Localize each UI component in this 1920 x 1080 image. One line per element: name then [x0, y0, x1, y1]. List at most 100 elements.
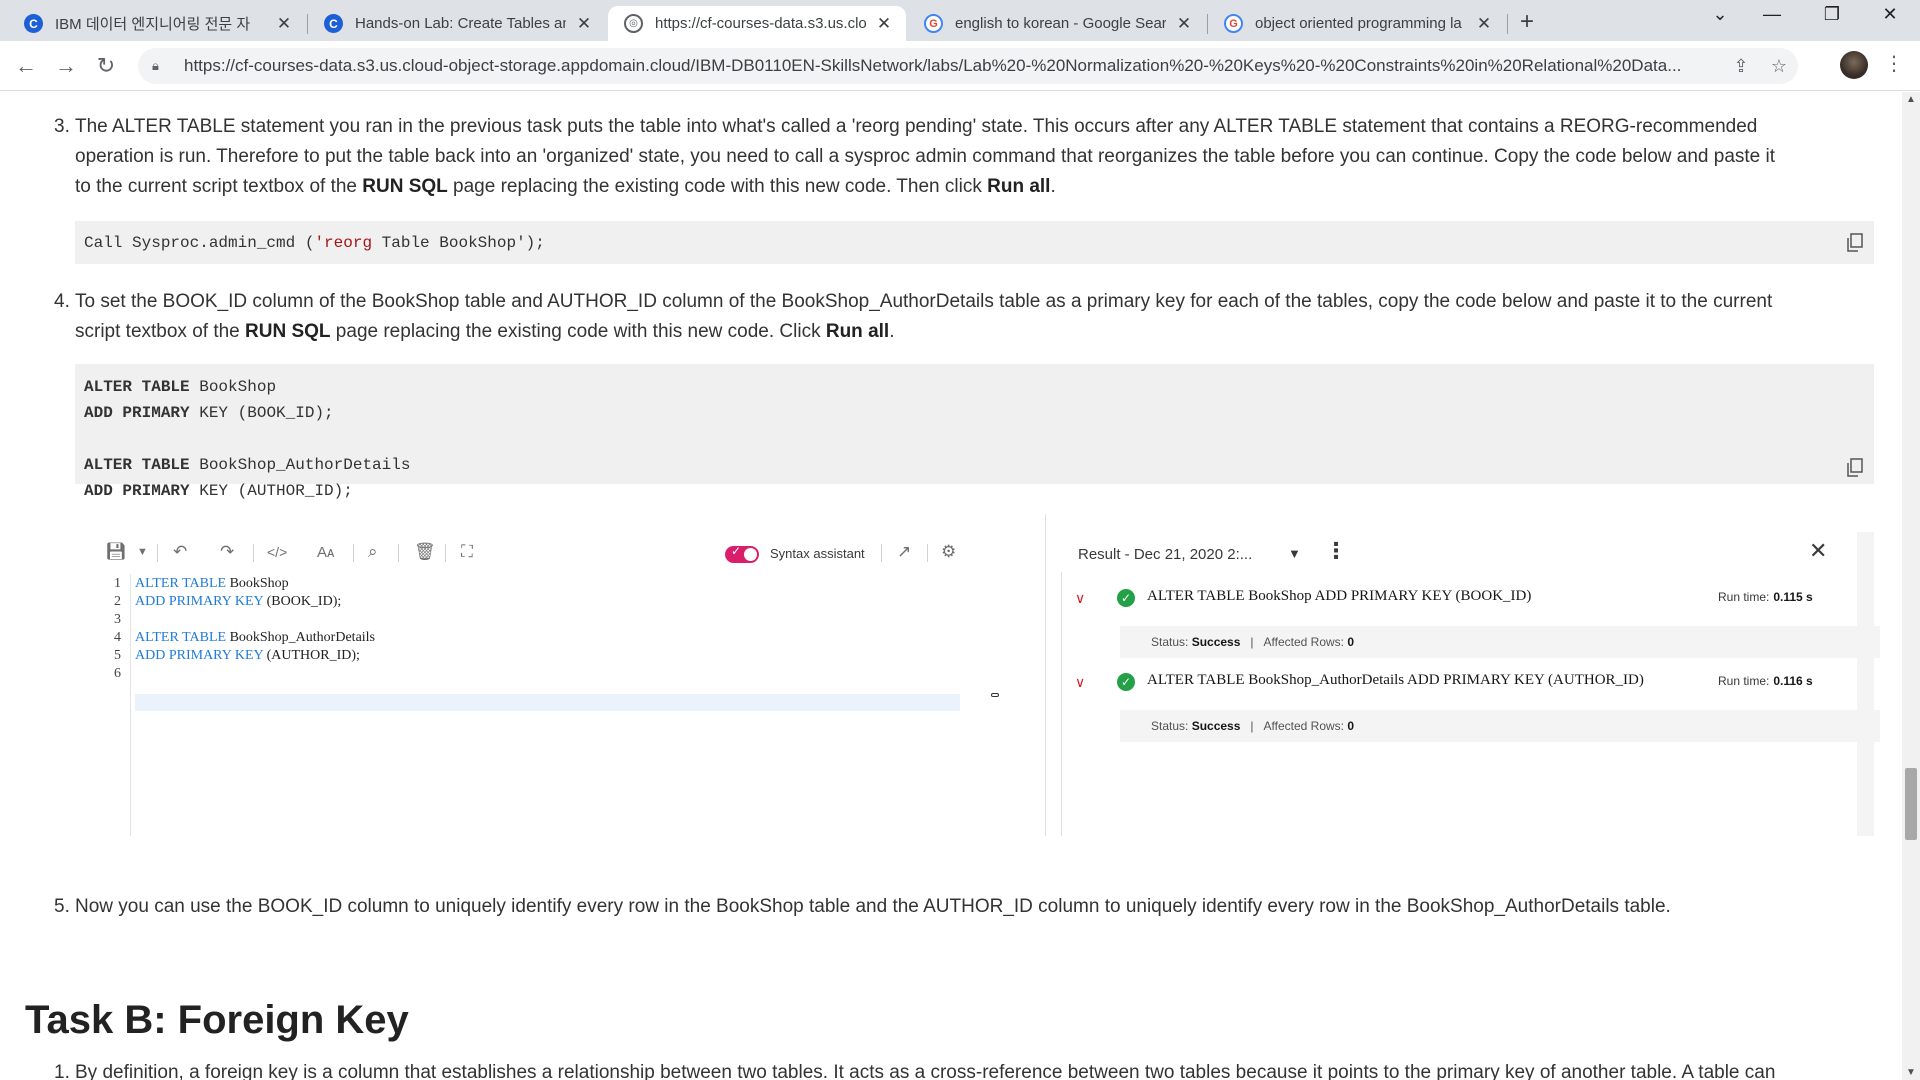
run-all-emphasis: Run all	[825, 321, 890, 342]
redo-icon: ↷	[220, 542, 235, 561]
sql-text: BookShop_AuthorDetails	[226, 630, 376, 645]
sql-text: (BOOK_ID);	[263, 594, 342, 609]
chevron-down-icon: ∨	[1075, 590, 1086, 606]
result-title: Result - Dec 21, 2020 2:...	[1078, 546, 1253, 563]
step-text: By definition, a foreign key is a column…	[75, 1062, 1776, 1080]
run-time: Run time: 0.116 s	[1718, 674, 1813, 688]
tab-ibm-data-engineering[interactable]: C IBM 데이터 엔지니어링 전문 자 ✕	[8, 6, 306, 41]
lock-icon[interactable]: 🔒︎	[152, 58, 166, 74]
reload-icon[interactable]: ↻	[92, 53, 120, 79]
pane-divider	[1061, 572, 1062, 836]
step-number: 1.	[54, 1062, 70, 1080]
run-sql-result-screenshot: 💾︎ ▼ ↶ ↷ </> Aᴀ ⌕ 🗑︎ ⛶ ✓ Syntax assistan…	[75, 514, 1880, 836]
editor-line: ALTER TABLE BookShop	[135, 576, 289, 592]
close-icon[interactable]: ✕	[874, 14, 894, 34]
step-3: 3. The ALTER TABLE statement you ran in …	[54, 112, 1874, 202]
line-number: 6	[114, 666, 121, 681]
scroll-down-icon[interactable]: ▼	[1906, 1067, 1916, 1078]
coursera-icon: C	[24, 14, 43, 33]
close-icon[interactable]: ✕	[574, 14, 594, 34]
tab-google-search-oop[interactable]: G object oriented programming la ✕	[1208, 6, 1506, 41]
forward-arrow-icon[interactable]: →	[52, 53, 80, 79]
profile-avatar[interactable]	[1840, 51, 1868, 79]
step-number: 5.	[54, 896, 70, 917]
close-icon[interactable]: ✕	[274, 14, 294, 34]
syntax-assistant-toggle: ✓	[725, 544, 759, 563]
code-keyword: ADD PRIMARY	[84, 404, 190, 422]
tab-google-search-korean[interactable]: G english to korean - Google Sear ✕	[908, 6, 1206, 41]
tab-hands-on-lab[interactable]: C Hands-on Lab: Create Tables an ✕	[308, 6, 606, 41]
google-icon: G	[924, 14, 943, 33]
tab-active-lab-page[interactable]: ◎ https://cf-courses-data.s3.us.clo ✕	[608, 6, 906, 41]
close-icon[interactable]: ✕	[1174, 14, 1194, 34]
run-time: Run time: 0.115 s	[1718, 590, 1813, 604]
step-number: 3.	[54, 116, 70, 137]
step-text: The ALTER TABLE statement you ran in the…	[75, 112, 1874, 202]
tab-title: IBM 데이터 엔지니어링 전문 자	[55, 16, 251, 33]
google-icon: G	[1224, 14, 1243, 33]
editor-active-line	[135, 694, 960, 711]
scrollbar-thumb[interactable]	[1905, 768, 1917, 840]
globe-icon: ◎	[624, 14, 643, 33]
label: Status:	[1151, 635, 1189, 649]
text: .	[1050, 176, 1056, 197]
undo-icon: ↶	[173, 542, 188, 561]
window-close-icon[interactable]: ✕	[1870, 4, 1910, 25]
copy-icon[interactable]	[1846, 233, 1864, 253]
result-statement: ALTER TABLE BookShop_AuthorDetails ADD P…	[1147, 672, 1644, 688]
sql-keyword: ALTER TABLE	[135, 630, 227, 645]
code-block-primary-key[interactable]: ALTER TABLE BookShop ADD PRIMARY KEY (BO…	[75, 364, 1874, 500]
pane-divider	[1045, 514, 1046, 836]
editor-gutter-line	[130, 574, 131, 836]
toolbar-divider	[445, 544, 446, 562]
toolbar-divider	[353, 544, 354, 562]
success-check-icon: ✓	[1117, 589, 1135, 607]
line-number: 4	[114, 630, 121, 645]
rows-value: 0	[1347, 635, 1355, 649]
editor-minimap-marker	[991, 693, 999, 697]
url-text[interactable]: https://cf-courses-data.s3.us.cloud-obje…	[184, 56, 1722, 76]
bookmark-star-icon[interactable]: ☆	[1760, 56, 1798, 77]
tab-title: Hands-on Lab: Create Tables an	[355, 15, 566, 32]
restore-icon[interactable]: ❐	[1812, 4, 1852, 25]
label: Run time:	[1718, 590, 1770, 604]
chevron-down-icon: ▼	[137, 546, 148, 558]
run-all-emphasis: Run all	[987, 176, 1051, 197]
expand-arrow-icon: ↗	[897, 542, 912, 561]
browser-menu-icon[interactable]: ⋮	[1884, 51, 1904, 76]
scroll-up-icon[interactable]: ▲	[1906, 94, 1916, 105]
url-bar[interactable]: 🔒︎ https://cf-courses-data.s3.us.cloud-o…	[138, 48, 1798, 84]
code-text: Table BookShop');	[372, 234, 545, 252]
back-arrow-icon[interactable]: ←	[12, 53, 40, 79]
toolbar-divider	[881, 544, 882, 562]
close-icon: ✕	[1809, 538, 1828, 563]
find-icon: ⌕	[368, 542, 378, 561]
line-number: 1	[114, 576, 121, 591]
code-text: BookShop	[189, 378, 277, 396]
run-sql-emphasis: RUN SQL	[245, 321, 331, 342]
value: 0.116 s	[1773, 674, 1813, 688]
save-icon: 💾︎	[105, 542, 127, 561]
copy-icon[interactable]	[1846, 458, 1864, 478]
close-icon[interactable]: ✕	[1474, 14, 1494, 34]
section-heading: Task B: Foreign Key	[25, 998, 409, 1042]
code-block-reorg[interactable]: Call Sysproc.admin_cmd ('reorg Table Boo…	[75, 221, 1874, 264]
step-line: The ALTER TABLE statement you ran in the…	[75, 116, 1758, 137]
minimize-icon[interactable]: —	[1752, 4, 1792, 25]
result-scrollbar	[1857, 532, 1874, 836]
sql-editor: 1 ALTER TABLE BookShop 2 ADD PRIMARY KEY…	[103, 574, 1023, 836]
code-icon: </>	[267, 544, 288, 560]
toolbar-divider	[157, 544, 158, 562]
text: to the current script textbox of the	[75, 176, 363, 197]
new-tab-plus-icon[interactable]: +	[1520, 8, 1534, 36]
tab-search-chevron-icon[interactable]: ⌄	[1700, 4, 1740, 25]
code-line: ADD PRIMARY KEY (AUTHOR_ID);	[75, 478, 1874, 504]
code-string: 'reorg	[314, 234, 373, 252]
share-icon[interactable]: ⇪	[1722, 56, 1760, 77]
tab-title: english to korean - Google Sear	[955, 15, 1166, 32]
page-scrollbar[interactable]: ▲ ▼	[1902, 92, 1920, 1080]
label: Affected Rows:	[1263, 719, 1345, 733]
address-bar-row: ← → ↻ 🔒︎ https://cf-courses-data.s3.us.c…	[0, 41, 1920, 91]
value: 0.115 s	[1773, 590, 1813, 604]
code-line: ADD PRIMARY KEY (BOOK_ID);	[75, 400, 1874, 426]
